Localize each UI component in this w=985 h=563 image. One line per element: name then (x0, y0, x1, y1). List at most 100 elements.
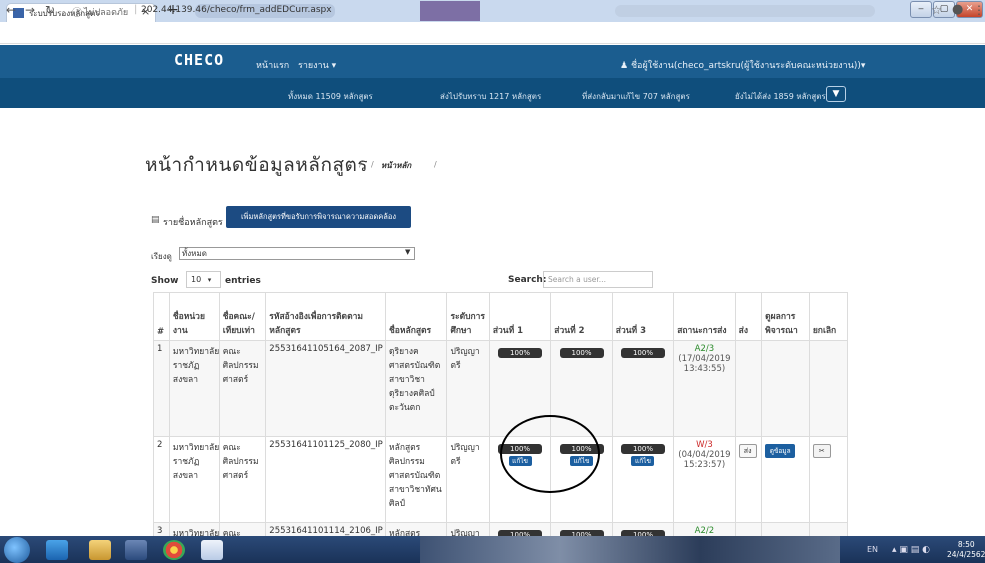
url-field[interactable]: 202.44.139.46/checo/frm_addEDCurr.aspx (141, 5, 332, 15)
word-icon[interactable] (201, 540, 223, 560)
column-header[interactable]: ชื่อคณะ/เทียบเท่า (218, 292, 267, 341)
clock[interactable]: 8:50 24/4/2562 (947, 540, 985, 560)
column-header[interactable]: ส่ง (734, 292, 763, 341)
search-input[interactable]: Search a user... (543, 271, 653, 288)
column-header[interactable]: ส่วนที่ 1 (488, 292, 552, 341)
list-title: รายชื่อหลักสูตร (163, 218, 223, 228)
entries-select[interactable]: 10 ▾ (186, 271, 221, 288)
back-icon[interactable]: ← (6, 3, 16, 17)
column-header[interactable]: ระดับการศึกษา (446, 292, 490, 341)
cell-num: 2 (153, 436, 170, 523)
taskbar-thumbnail-strip (420, 536, 840, 563)
stat-returned[interactable]: ที่ส่งกลับมาแก้ไข 707 หลักสูตร (582, 90, 690, 103)
status-badge: A2/2 (694, 526, 715, 536)
scissors-icon[interactable]: ✂ (812, 444, 831, 458)
cell-faculty: คณะศิลปกรรมศาสตร์ (218, 436, 267, 523)
tray-icons[interactable]: ▴ ▣ ▤ ◐ (892, 545, 930, 555)
cell-org: มหาวิทยาลัยราชภัฏสงขลา (168, 436, 220, 523)
sort-select[interactable]: ทั้งหมด (179, 247, 415, 260)
progress-badge: 100% (559, 348, 604, 358)
nav-reports-dropdown[interactable]: รายงาน ▾ (298, 58, 336, 72)
breadcrumb-separator: / (371, 160, 374, 169)
column-header[interactable]: ส่วนที่ 3 (611, 292, 675, 341)
cell-code: 25531641105164_2087_IP (265, 340, 387, 437)
user-menu[interactable]: ♟ ชื่อผู้ใช้งาน(checo_artskru(ผู้ใช้งานร… (620, 58, 865, 72)
column-header[interactable]: ชื่อหลักสูตร (385, 292, 448, 341)
cell-name: ดุริยางคศาสตรบัณฑิต สาขาวิชาดุริยางคศิลป… (385, 340, 448, 437)
entries-value: 10 (191, 275, 202, 284)
column-header[interactable]: สถานะการส่ง (673, 292, 736, 341)
search-label: Search: (508, 275, 547, 285)
edit-part3-button[interactable]: แก้ไข (631, 456, 655, 466)
chevron-down-icon: ▼ (405, 248, 411, 256)
cell-level: ปริญญาตรี (446, 436, 490, 523)
account-icon[interactable]: ● (952, 2, 963, 17)
cell-status: A2/3 (17/04/2019 13:43:55) (673, 340, 736, 437)
table-row: 1 มหาวิทยาลัยราชภัฏสงขลา คณะศิลปกรรมศาสต… (153, 340, 849, 437)
status-badge: W/3 (696, 440, 713, 450)
document-icon: ▤ (151, 215, 160, 225)
column-header[interactable]: # (153, 292, 170, 341)
column-header[interactable]: ส่วนที่ 2 (550, 292, 613, 341)
progress-badge: 100% (620, 444, 665, 454)
table-header-row: # ชื่อหน่วยงาน ชื่อคณะ/เทียบเท่า รหัสอ้า… (153, 292, 849, 341)
cell-num: 1 (153, 340, 170, 437)
blurred-region (615, 5, 875, 17)
status-badge: A2/3 (694, 344, 715, 354)
progress-badge: 100% (498, 348, 543, 358)
cell-send (734, 340, 763, 437)
column-header[interactable]: ดูผลการพิจารณา (761, 292, 810, 341)
browser-menu-icon[interactable]: ⋮ (973, 3, 985, 17)
clock-time: 8:50 (957, 540, 975, 549)
minimize-button[interactable]: ‒ (910, 1, 932, 18)
cell-send: ส่ง (734, 436, 763, 523)
stat-total[interactable]: ทั้งหมด 11509 หลักสูตร (288, 90, 373, 103)
reload-icon[interactable]: ↻ (45, 3, 55, 17)
cell-view: ดูข้อมูล (761, 436, 810, 523)
breadcrumb[interactable]: หน้าหลัก (381, 159, 411, 172)
chevron-down-icon[interactable]: ▼ (826, 86, 846, 102)
insecure-label[interactable]: ไม่ปลอดภัย (84, 5, 128, 19)
column-header[interactable]: รหัสอ้างอิงเพื่อการติดตามหลักสูตร (265, 292, 387, 341)
chrome-icon[interactable] (163, 540, 185, 560)
column-header[interactable]: ยกเลิก (808, 292, 849, 341)
nav-home-link[interactable]: หน้าแรก (256, 58, 289, 72)
cell-cancel: ✂ (808, 436, 849, 523)
stat-received[interactable]: ส่งไปรับทราบ 1217 หลักสูตร (440, 90, 541, 103)
forward-icon[interactable]: → (25, 3, 35, 17)
site-logo[interactable]: CHECO (174, 51, 224, 69)
url-divider: | (134, 4, 138, 15)
info-icon[interactable]: ⓘ (72, 4, 82, 19)
annotation-circle (500, 415, 600, 493)
cell-part3: 100% แก้ไข (611, 436, 675, 523)
language-indicator[interactable]: EN (867, 545, 878, 554)
stat-not-sent[interactable]: ยังไม่ได้ส่ง 1859 หลักสูตร (735, 90, 826, 103)
file-explorer-icon[interactable] (89, 540, 111, 560)
cell-org: มหาวิทยาลัยราชภัฏสงขลา (168, 340, 220, 437)
cell-view (761, 340, 810, 437)
progress-badge: 100% (620, 348, 665, 358)
media-player-icon[interactable] (125, 540, 147, 560)
entries-label: entries (225, 276, 261, 286)
sort-label: เรียงดู (151, 252, 172, 261)
internet-explorer-icon[interactable] (46, 540, 68, 560)
user-icon: ♟ (620, 61, 631, 71)
cell-cancel (808, 340, 849, 437)
add-curriculum-button[interactable]: เพิ่มหลักสูตรที่ขอรับการพิจารณาความสอดคล… (226, 206, 411, 228)
start-button-icon[interactable] (4, 537, 30, 563)
status-date: (17/04/2019 13:43:55) (678, 354, 731, 374)
cell-code: 25531641101125_2080_IP (265, 436, 387, 523)
cell-faculty: คณะศิลปกรรมศาสตร์ (218, 340, 267, 437)
cell-part3: 100% (611, 340, 675, 437)
cell-status: W/3 (04/04/2019 15:23:57) (673, 436, 736, 523)
view-result-button[interactable]: ดูข้อมูล (765, 444, 796, 458)
bookmark-star-icon[interactable]: ☆ (931, 3, 942, 17)
chevron-down-icon: ▾ (207, 276, 212, 284)
send-button[interactable]: ส่ง (738, 444, 757, 458)
cell-name: หลักสูตรศิลปกรรมศาสตรบัณฑิต สาขาวิชาทัศน… (385, 436, 448, 523)
column-header[interactable]: ชื่อหน่วยงาน (168, 292, 220, 341)
cell-level: ปริญญาตรี (446, 340, 490, 437)
page-title: หน้ากำหนดข้อมูลหลักสูตร (145, 154, 369, 176)
status-date: (04/04/2019 15:23:57) (678, 450, 731, 470)
show-label: Show (151, 276, 179, 286)
